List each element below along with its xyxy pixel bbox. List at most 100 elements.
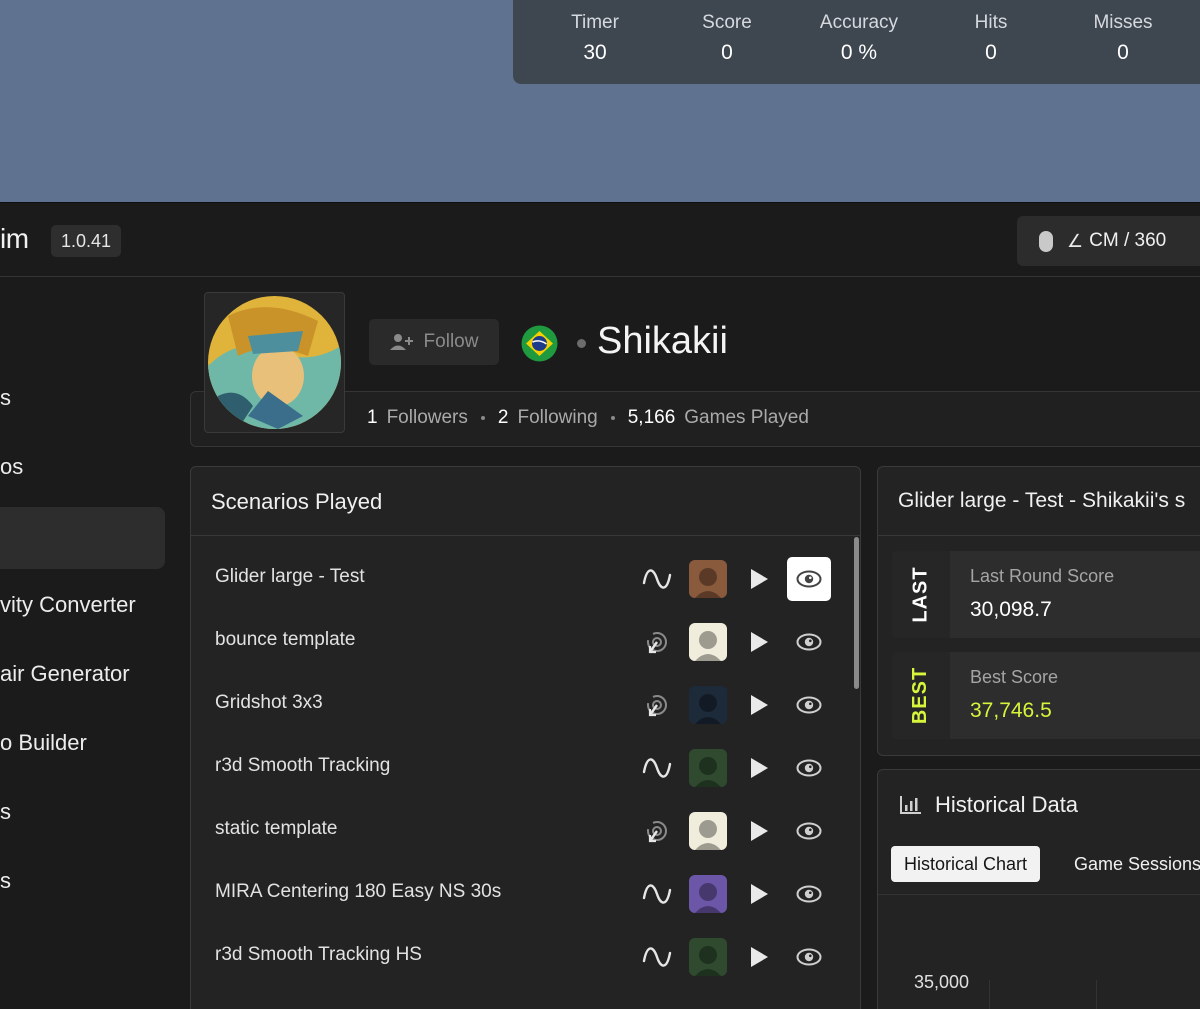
scenario-row[interactable]: bounce template xyxy=(191,612,841,675)
following-count[interactable]: 2 xyxy=(498,407,509,429)
last-score-label: Last Round Score xyxy=(970,566,1115,586)
play-icon[interactable] xyxy=(751,947,768,967)
games-played-count: 5,166 xyxy=(627,407,676,428)
creator-avatar[interactable] xyxy=(689,812,727,850)
angle-icon: ∠ xyxy=(1067,230,1084,251)
follow-label: Follow xyxy=(423,331,479,352)
clicking-mode-icon xyxy=(641,691,673,719)
avatar-image xyxy=(208,296,341,429)
game-viewport[interactable]: Timer 30 Score 0 Accuracy 0 % Hits 0 Mis… xyxy=(0,0,1200,202)
sidebar-item-7[interactable]: s xyxy=(0,799,11,825)
scenarios-played-panel: Scenarios Played Glider large - Test boun… xyxy=(190,466,861,1009)
sidebar-item-1[interactable]: s xyxy=(0,385,11,411)
scenario-name[interactable]: static template xyxy=(215,818,338,840)
games-played-label: Games Played xyxy=(684,407,809,428)
view-eye-icon[interactable] xyxy=(787,809,831,853)
best-tag: BEST xyxy=(892,652,950,739)
hud-misses: Misses 0 xyxy=(1093,12,1153,64)
creator-avatar[interactable] xyxy=(689,623,727,661)
version-badge: 1.0.41 xyxy=(51,225,122,257)
tracking-mode-icon xyxy=(641,565,673,593)
scenario-name[interactable]: r3d Smooth Tracking xyxy=(215,755,390,777)
hud-hits: Hits 0 xyxy=(974,12,1008,64)
last-score-card: LAST Last Round Score 30,098.7 xyxy=(892,551,1200,638)
creator-avatar[interactable] xyxy=(689,875,727,913)
tracking-mode-icon xyxy=(641,943,673,971)
hud-stats: Timer 30 Score 0 Accuracy 0 % Hits 0 Mis… xyxy=(513,0,1200,84)
sidebar: s os vity Converter air Generator o Buil… xyxy=(0,278,180,1009)
scrollbar[interactable] xyxy=(854,537,859,689)
scenario-name[interactable]: Glider large - Test xyxy=(215,566,365,588)
sidebar-item-sensitivity-converter[interactable]: vity Converter xyxy=(0,592,136,618)
scenario-row[interactable]: Gridshot 3x3 xyxy=(191,675,841,738)
separator-dot xyxy=(610,416,615,420)
creator-avatar[interactable] xyxy=(689,938,727,976)
clicking-mode-icon xyxy=(641,628,673,656)
view-eye-icon[interactable] xyxy=(787,935,831,979)
add-user-icon xyxy=(389,334,413,350)
sidebar-item-2[interactable]: os xyxy=(0,454,23,480)
scenario-name[interactable]: bounce template xyxy=(215,629,356,651)
play-icon[interactable] xyxy=(751,632,768,652)
play-icon[interactable] xyxy=(751,569,768,589)
creator-avatar[interactable] xyxy=(689,560,727,598)
profile-avatar xyxy=(204,292,345,433)
scenario-row[interactable]: Glider large - Test xyxy=(191,549,841,612)
chart-gridline xyxy=(989,980,990,1009)
play-icon[interactable] xyxy=(751,695,768,715)
scenario-name[interactable]: Gridshot 3x3 xyxy=(215,692,323,714)
panel-title: Scenarios Played xyxy=(211,489,383,514)
sensitivity-button[interactable]: ∠ CM / 360 xyxy=(1017,216,1200,266)
scenario-score-panel: Glider large - Test - Shikakii's s LAST … xyxy=(877,466,1200,756)
chart-y-tick: 35,000 xyxy=(914,972,970,992)
following-label[interactable]: Following xyxy=(517,407,597,429)
play-icon[interactable] xyxy=(751,884,768,904)
scenario-row[interactable]: r3d Smooth Tracking HS xyxy=(191,927,841,990)
scenario-row[interactable]: static template xyxy=(191,801,841,864)
view-eye-icon[interactable] xyxy=(787,683,831,727)
app-name[interactable]: im xyxy=(0,223,29,255)
creator-avatar[interactable] xyxy=(689,686,727,724)
tab-historical-chart[interactable]: Historical Chart xyxy=(891,846,1041,882)
panel-title: Glider large - Test - Shikakii's s xyxy=(898,489,1186,512)
sidebar-active-highlight xyxy=(0,507,165,569)
sidebar-item-8[interactable]: s xyxy=(0,868,11,894)
mouse-icon xyxy=(1039,230,1053,252)
historical-data-panel: Historical Data Historical Chart Game Se… xyxy=(877,769,1200,1009)
brazil-flag-icon xyxy=(521,325,558,362)
hud-timer: Timer 30 xyxy=(571,12,619,64)
clicking-mode-icon xyxy=(641,817,673,845)
hud-accuracy: Accuracy 0 % xyxy=(819,12,899,64)
divider xyxy=(878,894,1200,895)
best-score-label: Best Score xyxy=(970,667,1059,687)
creator-avatar[interactable] xyxy=(689,749,727,787)
view-eye-icon[interactable] xyxy=(787,620,831,664)
panel-title: Historical Data xyxy=(935,792,1079,817)
sidebar-item-scenario-builder[interactable]: o Builder xyxy=(0,730,87,756)
profile-username: Shikakii xyxy=(597,320,728,362)
follow-button[interactable]: Follow xyxy=(369,319,499,365)
sensitivity-label: CM / 360 xyxy=(1089,230,1167,251)
followers-count[interactable]: 1 xyxy=(367,407,378,429)
scenario-name[interactable]: MIRA Centering 180 Easy NS 30s xyxy=(215,881,501,903)
view-eye-icon[interactable] xyxy=(787,557,831,601)
tab-game-sessions[interactable]: Game Sessions xyxy=(1074,846,1200,882)
profile-stats: 1 Followers 2 Following 5,166 Games Play… xyxy=(367,407,809,429)
play-icon[interactable] xyxy=(751,758,768,778)
scenario-name[interactable]: r3d Smooth Tracking HS xyxy=(215,944,422,966)
divider xyxy=(878,535,1200,536)
best-score-card: BEST Best Score 37,746.5 xyxy=(892,652,1200,739)
scenario-row[interactable]: r3d Smooth Tracking xyxy=(191,738,841,801)
hud-score: Score 0 xyxy=(702,12,752,64)
tracking-mode-icon xyxy=(641,754,673,782)
chart-icon xyxy=(900,796,921,814)
last-tag: LAST xyxy=(892,551,950,638)
scenario-row[interactable]: MIRA Centering 180 Easy NS 30s xyxy=(191,864,841,927)
divider xyxy=(191,535,860,536)
best-score-value: 37,746.5 xyxy=(970,699,1052,722)
followers-label[interactable]: Followers xyxy=(387,407,468,429)
sidebar-item-crosshair-generator[interactable]: air Generator xyxy=(0,661,130,687)
view-eye-icon[interactable] xyxy=(787,872,831,916)
play-icon[interactable] xyxy=(751,821,768,841)
view-eye-icon[interactable] xyxy=(787,746,831,790)
